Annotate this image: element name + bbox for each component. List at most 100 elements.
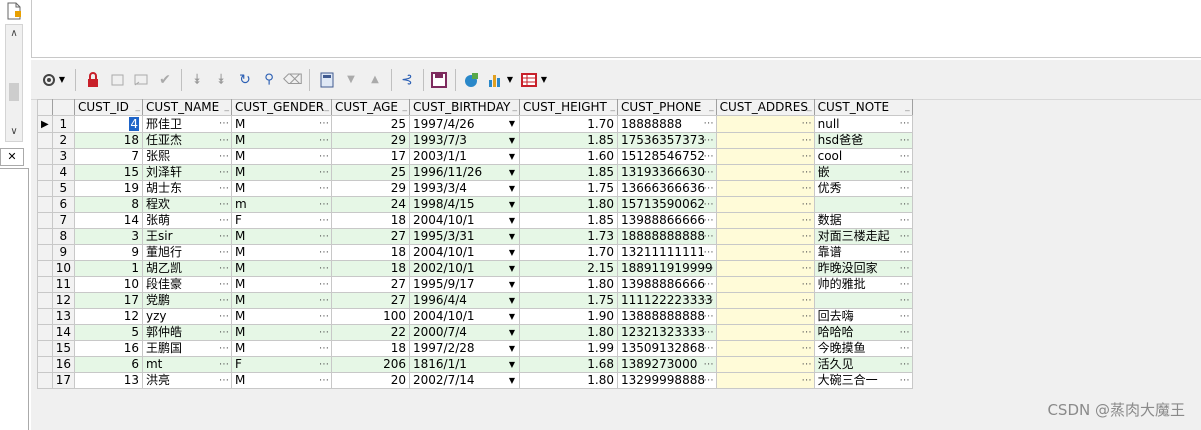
cell-cust-age[interactable]: 24 (330, 196, 410, 213)
ellipsis-icon[interactable]: ⋯ (704, 278, 714, 292)
cell-cust-birthday[interactable]: 1993/7/3 ▼ (408, 132, 520, 149)
cell-cust-id[interactable]: 5 (73, 324, 143, 341)
cell-cust-phone[interactable]: 15128546752 ⋯ (616, 148, 717, 165)
cell-cust-height[interactable]: 1.80 (518, 324, 618, 341)
cell-cust-name[interactable]: 洪亮 ⋯ (141, 372, 232, 389)
table-row[interactable]: 6 8 程欢 ⋯ m ⋯ 24 1998/4/15 ▼ 1.80 15713590062 ⋯ ⋯ ⋯ (37, 196, 913, 213)
dropdown-icon[interactable]: ▼ (509, 278, 515, 292)
column-header[interactable]: CUST_HEIGHT _ (518, 99, 618, 116)
ellipsis-icon[interactable]: ⋯ (802, 278, 812, 292)
ellipsis-icon[interactable]: ⋯ (704, 230, 714, 244)
close-icon[interactable]: ✕ (0, 148, 24, 166)
cell-cust-birthday[interactable]: 1997/4/26 ▼ (408, 115, 520, 133)
ellipsis-icon[interactable]: ⋯ (704, 262, 714, 276)
cell-cust-id[interactable]: 15 (73, 164, 143, 181)
row-indicator[interactable] (37, 244, 53, 261)
cell-cust-height[interactable]: 1.73 (518, 228, 618, 245)
cell-cust-note[interactable]: 帅的雅批 ⋯ (813, 276, 913, 293)
cell-cust-phone[interactable]: 18888888 ⋯ (616, 115, 717, 133)
cell-cust-name[interactable]: 张萌 ⋯ (141, 212, 232, 229)
table-row[interactable]: 17 13 洪亮 ⋯ M ⋯ 20 2002/7/14 ▼ 1.80 13299998888 ⋯ ⋯ 大碗… (37, 372, 913, 389)
ellipsis-icon[interactable]: ⋯ (802, 150, 812, 164)
cell-cust-gender[interactable]: M ⋯ (230, 308, 332, 325)
cell-cust-note[interactable]: 今晚摸鱼 ⋯ (813, 340, 913, 357)
cell-cust-phone[interactable]: 13211111111 ⋯ (616, 244, 717, 261)
cell-cust-age[interactable]: 18 (330, 212, 410, 229)
cell-cust-address[interactable]: ⋯ (715, 276, 815, 293)
cell-cust-name[interactable]: yzy ⋯ (141, 308, 232, 325)
ellipsis-icon[interactable]: ⋯ (704, 166, 714, 180)
cell-cust-birthday[interactable]: 1816/1/1 ▼ (408, 356, 520, 373)
cell-cust-gender[interactable]: M ⋯ (230, 372, 332, 389)
cell-cust-birthday[interactable]: 2002/10/1 ▼ (408, 260, 520, 277)
table-row[interactable]: 10 1 胡乙凯 ⋯ M ⋯ 18 2002/10/1 ▼ 2.15 188911919999 ⋯ ⋯ 昨… (37, 260, 913, 277)
ellipsis-icon[interactable]: ⋯ (900, 182, 910, 196)
ellipsis-icon[interactable]: ⋯ (900, 278, 910, 292)
table-row[interactable]: 3 7 张熙 ⋯ M ⋯ 17 2003/1/1 ▼ 1.60 15128546752 ⋯ ⋯ cool ⋯ (37, 148, 913, 165)
ellipsis-icon[interactable]: ⋯ (219, 358, 229, 372)
ellipsis-icon[interactable]: ⋯ (704, 246, 714, 260)
cell-cust-age[interactable]: 206 (330, 356, 410, 373)
cell-cust-height[interactable]: 1.85 (518, 164, 618, 181)
cell-cust-height[interactable]: 1.75 (518, 292, 618, 309)
table-row[interactable]: 7 14 张萌 ⋯ F ⋯ 18 2004/10/1 ▼ 1.85 13988866666 ⋯ ⋯ 数据 ⋯ (37, 212, 913, 229)
dropdown-icon[interactable]: ▼ (509, 134, 515, 148)
table-row[interactable]: 16 6 mt ⋯ F ⋯ 206 1816/1/1 ▼ 1.68 1389273000 ⋯ ⋯ 活久见 ⋯ (37, 356, 913, 373)
cell-cust-phone[interactable]: 1389273000 ⋯ (616, 356, 717, 373)
gear-icon[interactable] (39, 70, 59, 90)
row-number[interactable]: 7 (51, 212, 75, 229)
chevron-down-icon[interactable]: ▼ (505, 70, 515, 90)
cell-cust-gender[interactable]: M ⋯ (230, 276, 332, 293)
row-number[interactable]: 9 (51, 244, 75, 261)
ellipsis-icon[interactable]: ⋯ (319, 358, 329, 372)
cell-cust-name[interactable]: 党鹏 ⋯ (141, 292, 232, 309)
chevron-down-icon[interactable]: ▼ (539, 70, 549, 90)
cell-cust-phone[interactable]: 18888888888 ⋯ (616, 228, 717, 245)
cell-cust-phone[interactable]: 188911919999 ⋯ (616, 260, 717, 277)
check-icon[interactable]: ✔ (155, 70, 175, 90)
cell-cust-name[interactable]: 胡乙凯 ⋯ (141, 260, 232, 277)
row-indicator[interactable] (37, 132, 53, 149)
calculator-icon[interactable] (317, 70, 337, 90)
cell-cust-age[interactable]: 25 (330, 115, 410, 133)
cell-cust-age[interactable]: 27 (330, 228, 410, 245)
ellipsis-icon[interactable]: ⋯ (900, 166, 910, 180)
dropdown-icon[interactable]: ▼ (509, 182, 515, 196)
cell-cust-note[interactable]: 数据 ⋯ (813, 212, 913, 229)
cell-cust-age[interactable]: 18 (330, 260, 410, 277)
ellipsis-icon[interactable]: ⋯ (900, 117, 910, 132)
cell-cust-note[interactable]: 靠谱 ⋯ (813, 244, 913, 261)
ellipsis-icon[interactable]: ⋯ (219, 374, 229, 388)
table-row[interactable]: 15 16 王鹏国 ⋯ M ⋯ 18 1997/2/28 ▼ 1.99 13509132868 ⋯ ⋯ 今… (37, 340, 913, 357)
arrow-down-icon[interactable]: ⯯ (187, 70, 207, 90)
cell-cust-id[interactable]: 13 (73, 372, 143, 389)
cell-cust-age[interactable]: 20 (330, 372, 410, 389)
row-number[interactable]: 2 (51, 132, 75, 149)
ellipsis-icon[interactable]: ⋯ (900, 214, 910, 228)
cell-cust-gender[interactable]: M ⋯ (230, 340, 332, 357)
table-row[interactable]: 9 9 董旭行 ⋯ M ⋯ 18 2004/10/1 ▼ 1.70 13211111111 ⋯ ⋯ 靠谱 ⋯ (37, 244, 913, 261)
table-row[interactable]: ▶ 1 4 邢佳卫 ⋯ M ⋯ 25 1997/4/26 ▼ 1.70 18888888 ⋯ ⋯ null ⋯ (37, 115, 913, 133)
cell-cust-birthday[interactable]: 1997/2/28 ▼ (408, 340, 520, 357)
cell-cust-name[interactable]: 段佳豪 ⋯ (141, 276, 232, 293)
row-indicator[interactable] (37, 148, 53, 165)
cell-cust-phone[interactable]: 12321323333 ⋯ (616, 324, 717, 341)
ellipsis-icon[interactable]: ⋯ (219, 198, 229, 212)
cell-cust-gender[interactable]: M ⋯ (230, 115, 332, 133)
cell-cust-address[interactable]: ⋯ (715, 292, 815, 309)
dropdown-icon[interactable]: ▼ (509, 117, 515, 132)
cell-cust-note[interactable]: ⋯ (813, 292, 913, 309)
ellipsis-icon[interactable]: ⋯ (704, 198, 714, 212)
ellipsis-icon[interactable]: ⋯ (219, 310, 229, 324)
refresh-icon[interactable]: ↻ (235, 70, 255, 90)
cell-cust-gender[interactable]: M ⋯ (230, 132, 332, 149)
cell-cust-gender[interactable]: M ⋯ (230, 292, 332, 309)
ellipsis-icon[interactable]: ⋯ (802, 166, 812, 180)
cell-cust-height[interactable]: 1.99 (518, 340, 618, 357)
cell-cust-address[interactable]: ⋯ (715, 244, 815, 261)
cell-cust-name[interactable]: 王sir ⋯ (141, 228, 232, 245)
cell-cust-name[interactable]: 董旭行 ⋯ (141, 244, 232, 261)
ellipsis-icon[interactable]: ⋯ (802, 310, 812, 324)
ellipsis-icon[interactable]: ⋯ (704, 374, 714, 388)
dropdown-icon[interactable]: ▼ (509, 342, 515, 356)
